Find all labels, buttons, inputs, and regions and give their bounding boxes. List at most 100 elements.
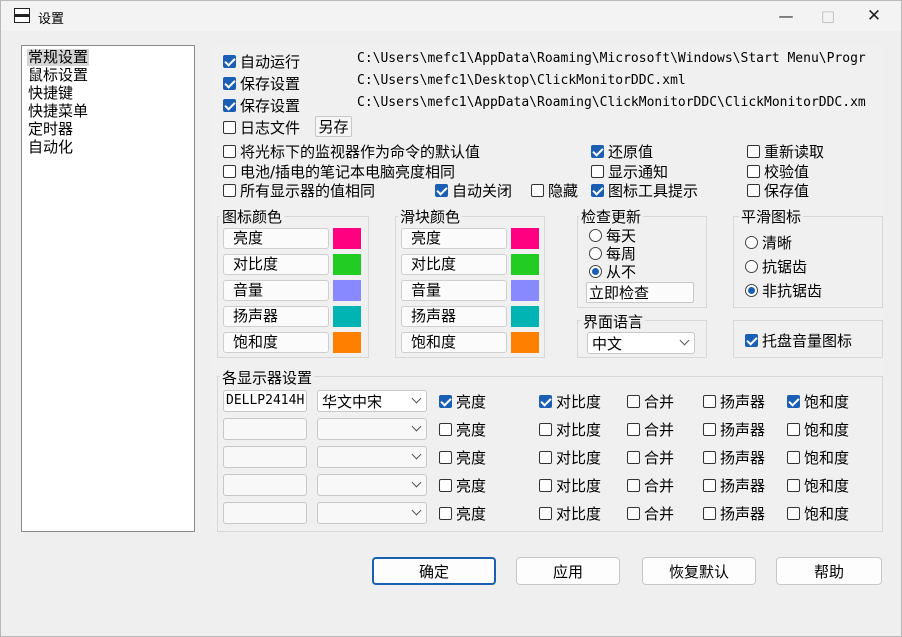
save-as-button[interactable]: 另存 bbox=[315, 116, 352, 137]
monitor-brightness-checkbox[interactable]: 亮度 bbox=[439, 504, 486, 523]
monitor-contrast-checkbox[interactable]: 对比度 bbox=[539, 420, 601, 439]
slider-colors-swatch[interactable] bbox=[511, 228, 539, 249]
nav-item[interactable]: 快捷键 bbox=[27, 85, 74, 102]
nav-item[interactable]: 鼠标设置 bbox=[27, 67, 89, 84]
icon-colors-button[interactable]: 亮度 bbox=[223, 228, 329, 249]
save-value-checkbox[interactable]: 保存值 bbox=[747, 181, 809, 200]
title-bar[interactable]: 设置 — □ ✕ bbox=[1, 1, 901, 31]
monitor-name-field[interactable] bbox=[223, 446, 307, 468]
tray-volume-checkbox[interactable]: 托盘音量图标 bbox=[745, 331, 852, 350]
icon-colors-swatch[interactable] bbox=[333, 280, 361, 301]
monitor-font-select[interactable] bbox=[317, 474, 427, 496]
icon-colors-swatch[interactable] bbox=[333, 228, 361, 249]
update-check-radio[interactable]: 每天 bbox=[589, 226, 636, 245]
nav-item[interactable]: 定时器 bbox=[27, 121, 74, 138]
minimize-icon[interactable]: — bbox=[763, 1, 809, 31]
monitor-font-select[interactable] bbox=[317, 446, 427, 468]
icon-colors-button[interactable]: 对比度 bbox=[223, 254, 329, 275]
ok-button[interactable]: 确定 bbox=[372, 557, 496, 585]
show-notify-checkbox[interactable]: 显示通知 bbox=[591, 162, 668, 181]
icon-colors-swatch[interactable] bbox=[333, 306, 361, 327]
monitor-speaker-checkbox[interactable]: 扬声器 bbox=[703, 476, 765, 495]
save-settings-checkbox-2[interactable]: 保存设置 bbox=[223, 96, 300, 115]
log-file-checkbox[interactable]: 日志文件 bbox=[223, 118, 300, 137]
chevron-down-icon bbox=[679, 335, 690, 346]
auto-run-checkbox[interactable]: 自动运行 bbox=[223, 52, 300, 71]
monitor-merge-checkbox[interactable]: 合并 bbox=[627, 504, 674, 523]
monitor-brightness-checkbox[interactable]: 亮度 bbox=[439, 448, 486, 467]
monitor-speaker-checkbox[interactable]: 扬声器 bbox=[703, 448, 765, 467]
all-same-checkbox[interactable]: 所有显示器的值相同 bbox=[223, 181, 375, 200]
save-settings-checkbox-1[interactable]: 保存设置 bbox=[223, 74, 300, 93]
hide-checkbox[interactable]: 隐藏 bbox=[531, 181, 578, 200]
monitor-name-field[interactable] bbox=[223, 474, 307, 496]
chevron-down-icon bbox=[411, 505, 422, 516]
monitor-contrast-checkbox[interactable]: 对比度 bbox=[539, 448, 601, 467]
battery-same-checkbox[interactable]: 电池/插电的笔记本电脑亮度相同 bbox=[223, 162, 455, 181]
monitor-speaker-checkbox[interactable]: 扬声器 bbox=[703, 392, 765, 411]
icon-tooltip-checkbox[interactable]: 图标工具提示 bbox=[591, 181, 698, 200]
monitor-brightness-checkbox[interactable]: 亮度 bbox=[439, 392, 486, 411]
monitor-brightness-checkbox[interactable]: 亮度 bbox=[439, 476, 486, 495]
monitor-merge-checkbox[interactable]: 合并 bbox=[627, 392, 674, 411]
monitor-merge-checkbox[interactable]: 合并 bbox=[627, 420, 674, 439]
monitor-saturation-checkbox[interactable]: 饱和度 bbox=[787, 504, 849, 523]
monitor-font-select[interactable]: 华文中宋 bbox=[317, 390, 427, 412]
monitor-font-select[interactable] bbox=[317, 418, 427, 440]
monitor-saturation-checkbox[interactable]: 饱和度 bbox=[787, 476, 849, 495]
slider-colors-button[interactable]: 音量 bbox=[401, 280, 507, 301]
monitor-merge-checkbox[interactable]: 合并 bbox=[627, 448, 674, 467]
nav-list[interactable]: 常规设置 鼠标设置 快捷键 快捷菜单 定时器 自动化 bbox=[21, 45, 195, 532]
smooth-icon-radio[interactable]: 抗锯齿 bbox=[745, 257, 807, 276]
icon-colors-button[interactable]: 音量 bbox=[223, 280, 329, 301]
monitor-contrast-checkbox[interactable]: 对比度 bbox=[539, 504, 601, 523]
apply-button[interactable]: 应用 bbox=[516, 557, 620, 585]
monitor-name-field[interactable] bbox=[223, 502, 307, 524]
check-now-button[interactable]: 立即检查 bbox=[586, 282, 694, 303]
monitor-brightness-checkbox[interactable]: 亮度 bbox=[439, 420, 486, 439]
auto-run-path: C:\Users\mefc1\AppData\Roaming\Microsoft… bbox=[357, 51, 866, 66]
monitor-saturation-checkbox[interactable]: 饱和度 bbox=[787, 448, 849, 467]
restore-default-button[interactable]: 恢复默认 bbox=[642, 557, 756, 585]
icon-colors-title: 图标颜色 bbox=[220, 206, 285, 227]
slider-colors-button[interactable]: 亮度 bbox=[401, 228, 507, 249]
restore-checkbox[interactable]: 还原值 bbox=[591, 142, 653, 161]
update-check-radio[interactable]: 从不 bbox=[589, 262, 636, 281]
nav-item[interactable]: 常规设置 bbox=[27, 49, 90, 66]
icon-colors-button[interactable]: 饱和度 bbox=[223, 332, 329, 353]
monitor-name-field[interactable]: DELLP2414H bbox=[223, 390, 307, 412]
icon-colors-swatch[interactable] bbox=[333, 332, 361, 353]
smooth-icon-radio[interactable]: 非抗锯齿 bbox=[745, 281, 822, 300]
slider-colors-swatch[interactable] bbox=[511, 254, 539, 275]
monitor-speaker-checkbox[interactable]: 扬声器 bbox=[703, 504, 765, 523]
icon-colors-swatch[interactable] bbox=[333, 254, 361, 275]
nav-item[interactable]: 快捷菜单 bbox=[27, 103, 89, 120]
slider-colors-button[interactable]: 对比度 bbox=[401, 254, 507, 275]
auto-close-checkbox[interactable]: 自动关闭 bbox=[435, 181, 512, 200]
slider-colors-swatch[interactable] bbox=[511, 306, 539, 327]
smooth-icon-radio[interactable]: 清晰 bbox=[745, 233, 792, 252]
settings-window: 设置 — □ ✕ 常规设置 鼠标设置 快捷键 快捷菜单 定时器 自动化 自动运行 C:\U… bbox=[0, 0, 902, 637]
slider-colors-button[interactable]: 饱和度 bbox=[401, 332, 507, 353]
slider-colors-swatch[interactable] bbox=[511, 280, 539, 301]
verify-checkbox[interactable]: 校验值 bbox=[747, 162, 809, 181]
reread-checkbox[interactable]: 重新读取 bbox=[747, 142, 824, 161]
slider-colors-button[interactable]: 扬声器 bbox=[401, 306, 507, 327]
monitor-speaker-checkbox[interactable]: 扬声器 bbox=[703, 420, 765, 439]
monitor-saturation-checkbox[interactable]: 饱和度 bbox=[787, 392, 849, 411]
icon-colors-button[interactable]: 扬声器 bbox=[223, 306, 329, 327]
close-icon[interactable]: ✕ bbox=[851, 1, 897, 31]
monitor-contrast-checkbox[interactable]: 对比度 bbox=[539, 476, 601, 495]
help-button[interactable]: 帮助 bbox=[776, 557, 882, 585]
smooth-icon-title: 平滑图标 bbox=[739, 206, 804, 227]
monitor-contrast-checkbox[interactable]: 对比度 bbox=[539, 392, 601, 411]
monitor-merge-checkbox[interactable]: 合并 bbox=[627, 476, 674, 495]
slider-colors-swatch[interactable] bbox=[511, 332, 539, 353]
update-check-radio[interactable]: 每周 bbox=[589, 244, 636, 263]
monitor-name-field[interactable] bbox=[223, 418, 307, 440]
monitor-font-select[interactable] bbox=[317, 502, 427, 524]
nav-item[interactable]: 自动化 bbox=[27, 139, 74, 156]
language-select[interactable]: 中文 bbox=[587, 332, 695, 354]
monitor-saturation-checkbox[interactable]: 饱和度 bbox=[787, 420, 849, 439]
cursor-monitor-default-checkbox[interactable]: 将光标下的监视器作为命令的默认值 bbox=[223, 142, 480, 161]
